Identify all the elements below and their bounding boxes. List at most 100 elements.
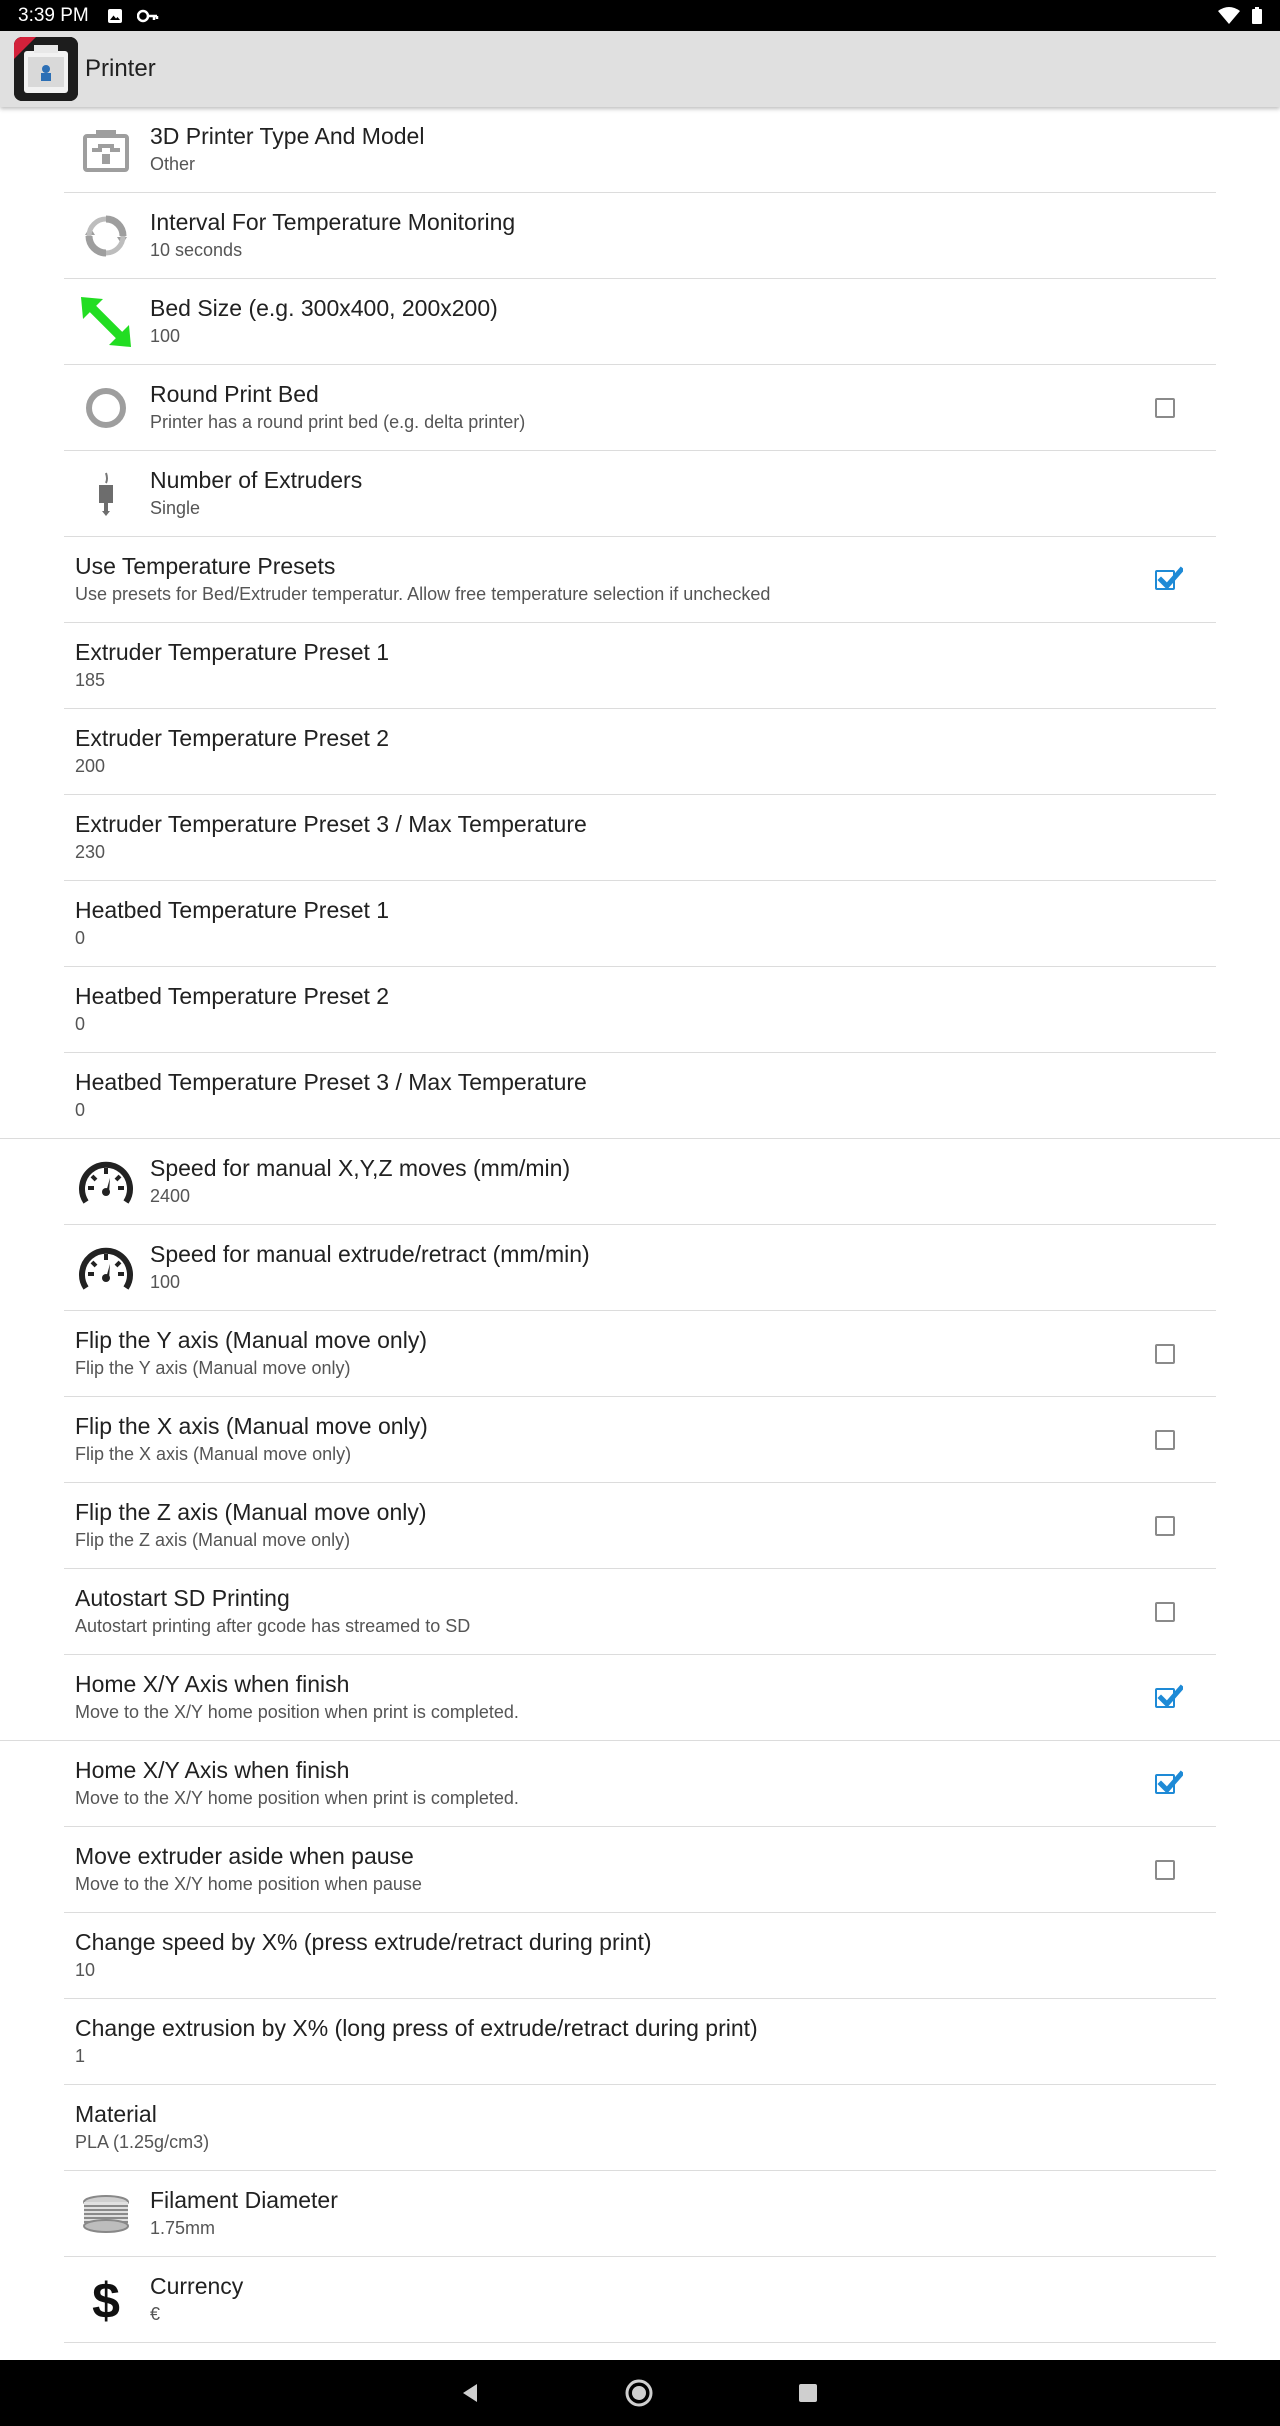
setting-text: Interval For Temperature Monitoring 10 se… xyxy=(150,207,1130,263)
speedometer-icon xyxy=(76,1152,136,1212)
resize-arrow-icon xyxy=(76,292,136,352)
setting-row-autostart-sd[interactable]: Autostart SD Printing Autostart printing … xyxy=(0,1569,1280,1655)
setting-checkbox-move-aside[interactable] xyxy=(1155,1860,1175,1880)
setting-summary: Flip the Z axis (Manual move only) xyxy=(75,1530,351,1550)
setting-row-home-xy-2[interactable]: Home X/Y Axis when finish Move to the X/Y… xyxy=(0,1741,1280,1827)
setting-text: Extruder Temperature Preset 3 / Max Temp… xyxy=(75,809,1130,865)
setting-title: Heatbed Temperature Preset 1 xyxy=(75,897,390,923)
setting-title: Flip the Z axis (Manual move only) xyxy=(75,1499,427,1525)
setting-row-material[interactable]: Material PLA (1.25g/cm3) xyxy=(0,2085,1280,2171)
setting-summary: 100 xyxy=(150,326,181,346)
setting-text: Autostart SD Printing Autostart printing … xyxy=(75,1583,1130,1639)
setting-text: Use Temperature Presets Use presets for B… xyxy=(75,551,1130,607)
setting-row-filament-diameter[interactable]: Filament Diameter 1.75mm xyxy=(0,2171,1280,2257)
key-icon xyxy=(136,9,159,22)
setting-checkbox-temp-presets[interactable] xyxy=(1155,566,1183,590)
setting-text: Heatbed Temperature Preset 2 0 xyxy=(75,981,1130,1037)
setting-row-ext-preset-1[interactable]: Extruder Temperature Preset 1 185 xyxy=(0,623,1280,709)
setting-row-temp-presets[interactable]: Use Temperature Presets Use presets for B… xyxy=(0,537,1280,623)
app-logo[interactable] xyxy=(14,37,78,101)
setting-text: Move extruder aside when pause Move to th… xyxy=(75,1841,1130,1897)
setting-row-bed-preset-2[interactable]: Heatbed Temperature Preset 2 0 xyxy=(0,967,1280,1053)
battery-icon xyxy=(1252,7,1262,24)
setting-row-bed-size[interactable]: Bed Size (e.g. 300x400, 200x200) 100 xyxy=(0,279,1280,365)
setting-row-home-xy-1[interactable]: Home X/Y Axis when finish Move to the X/Y… xyxy=(0,1655,1280,1741)
setting-summary: Other xyxy=(150,154,196,174)
setting-summary: 0 xyxy=(75,928,86,948)
setting-row-bed-preset-3[interactable]: Heatbed Temperature Preset 3 / Max Tempe… xyxy=(0,1053,1280,1139)
setting-summary: Autostart printing after gcode has strea… xyxy=(75,1616,471,1636)
setting-row-currency[interactable]: $ Currency € xyxy=(0,2257,1280,2343)
setting-row-change-speed[interactable]: Change speed by X% (press extrude/retrac… xyxy=(0,1913,1280,1999)
setting-summary: Single xyxy=(150,498,201,518)
printer-icon xyxy=(76,120,136,180)
page-title: Printer xyxy=(85,55,156,82)
setting-row-flip-z[interactable]: Flip the Z axis (Manual move only) Flip t… xyxy=(0,1483,1280,1569)
setting-checkbox-flip-y[interactable] xyxy=(1155,1344,1175,1364)
setting-text: Flip the Y axis (Manual move only) Flip t… xyxy=(75,1325,1130,1381)
setting-title: Interval For Temperature Monitoring xyxy=(150,209,516,235)
setting-row-num-extruders[interactable]: Number of Extruders Single xyxy=(0,451,1280,537)
setting-text: Heatbed Temperature Preset 3 / Max Tempe… xyxy=(75,1067,1130,1123)
setting-title: Change extrusion by X% (long press of ex… xyxy=(75,2015,758,2041)
setting-checkbox-round-bed[interactable] xyxy=(1155,398,1175,418)
setting-text: Change speed by X% (press extrude/retrac… xyxy=(75,1927,1130,1983)
refresh-icon xyxy=(76,206,136,266)
setting-title: Speed for manual extrude/retract (mm/min… xyxy=(150,1241,590,1267)
nav-bar xyxy=(0,2360,1280,2426)
setting-summary: 100 xyxy=(150,1272,181,1292)
back-icon[interactable] xyxy=(455,2378,485,2408)
setting-text: Heatbed Temperature Preset 1 0 xyxy=(75,895,1130,951)
setting-text: Speed for manual extrude/retract (mm/min… xyxy=(150,1239,1130,1295)
setting-row-ext-preset-3[interactable]: Extruder Temperature Preset 3 / Max Temp… xyxy=(0,795,1280,881)
setting-text: Speed for manual X,Y,Z moves (mm/min) 240… xyxy=(150,1153,1130,1209)
setting-row-ext-preset-2[interactable]: Extruder Temperature Preset 2 200 xyxy=(0,709,1280,795)
setting-title: Flip the Y axis (Manual move only) xyxy=(75,1327,427,1353)
extruder-icon xyxy=(76,464,136,524)
setting-row-printer-type[interactable]: 3D Printer Type And Model Other xyxy=(0,107,1280,193)
setting-summary: Move to the X/Y home position when print… xyxy=(75,1788,519,1808)
setting-row-speed-extrude[interactable]: Speed for manual extrude/retract (mm/min… xyxy=(0,1225,1280,1311)
settings-list[interactable]: 3D Printer Type And Model Other Interval F… xyxy=(0,107,1280,2360)
setting-text: Home X/Y Axis when finish Move to the X/Y… xyxy=(75,1755,1130,1811)
setting-row-bed-preset-1[interactable]: Heatbed Temperature Preset 1 0 xyxy=(0,881,1280,967)
setting-row-flip-y[interactable]: Flip the Y axis (Manual move only) Flip t… xyxy=(0,1311,1280,1397)
setting-row-temp-interval[interactable]: Interval For Temperature Monitoring 10 se… xyxy=(0,193,1280,279)
setting-summary: Move to the X/Y home position when print… xyxy=(75,1702,519,1722)
setting-text: Round Print Bed Printer has a round print… xyxy=(150,379,1130,435)
setting-row-speed-xyz[interactable]: Speed for manual X,Y,Z moves (mm/min) 240… xyxy=(0,1139,1280,1225)
setting-text: Flip the X axis (Manual move only) Flip t… xyxy=(75,1411,1130,1467)
status-bar: 3:39 PM xyxy=(0,0,1280,31)
setting-checkbox-flip-x[interactable] xyxy=(1155,1430,1175,1450)
image-icon xyxy=(107,8,122,23)
setting-title: Flip the X axis (Manual move only) xyxy=(75,1413,428,1439)
setting-text: 3D Printer Type And Model Other xyxy=(150,121,1130,177)
setting-checkbox-flip-z[interactable] xyxy=(1155,1516,1175,1536)
setting-summary: PLA (1.25g/cm3) xyxy=(75,2132,210,2152)
setting-checkbox-home-xy-1[interactable] xyxy=(1155,1684,1183,1708)
setting-title: Use Temperature Presets xyxy=(75,553,336,579)
setting-text: Filament Diameter 1.75mm xyxy=(150,2185,1130,2241)
setting-checkbox-home-xy-2[interactable] xyxy=(1155,1770,1183,1794)
setting-title: Autostart SD Printing xyxy=(75,1585,290,1611)
setting-text: Extruder Temperature Preset 2 200 xyxy=(75,723,1130,779)
setting-summary: Use presets for Bed/Extruder temperatur.… xyxy=(75,584,771,604)
status-time: 3:39 PM xyxy=(18,4,89,26)
setting-title: Extruder Temperature Preset 2 xyxy=(75,725,390,751)
setting-row-round-bed[interactable]: Round Print Bed Printer has a round print… xyxy=(0,365,1280,451)
setting-row-move-aside[interactable]: Move extruder aside when pause Move to th… xyxy=(0,1827,1280,1913)
setting-row-change-extrusion[interactable]: Change extrusion by X% (long press of ex… xyxy=(0,1999,1280,2085)
setting-summary: 10 xyxy=(75,1960,96,1980)
setting-checkbox-autostart-sd[interactable] xyxy=(1155,1602,1175,1622)
setting-title: Change speed by X% (press extrude/retrac… xyxy=(75,1929,652,1955)
setting-title: Heatbed Temperature Preset 2 xyxy=(75,983,390,1009)
recents-icon[interactable] xyxy=(793,2378,823,2408)
setting-title: Heatbed Temperature Preset 3 / Max Tempe… xyxy=(75,1069,587,1095)
setting-row-flip-x[interactable]: Flip the X axis (Manual move only) Flip t… xyxy=(0,1397,1280,1483)
setting-summary: Move to the X/Y home position when pause xyxy=(75,1874,422,1894)
setting-title: 3D Printer Type And Model xyxy=(150,123,425,149)
setting-summary: Flip the Y axis (Manual move only) xyxy=(75,1358,351,1378)
setting-summary: 1.75mm xyxy=(150,2218,216,2238)
setting-title: Home X/Y Axis when finish xyxy=(75,1757,350,1783)
home-icon[interactable] xyxy=(624,2378,654,2408)
